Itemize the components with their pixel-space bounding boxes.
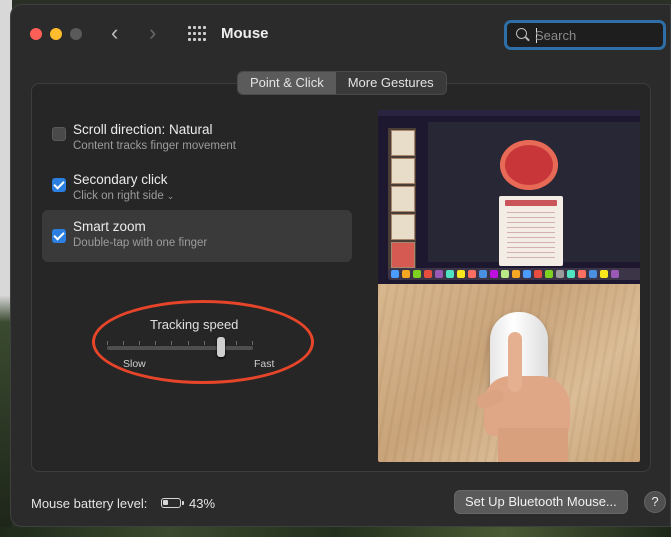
option-label: Secondary click	[73, 172, 168, 187]
option-description: Double-tap with one finger	[73, 237, 208, 249]
zoom-window-button[interactable]	[70, 28, 82, 40]
tab-point-and-click[interactable]: Point & Click	[238, 72, 336, 94]
battery-icon	[161, 498, 184, 508]
close-window-button[interactable]	[30, 28, 42, 40]
option-smart-zoom[interactable]: Smart zoom Double-tap with one finger	[42, 210, 352, 262]
preview-screen	[378, 110, 640, 284]
preview-menu-bar	[378, 110, 640, 116]
chevron-down-icon: ⌄	[166, 191, 175, 201]
mouse-settings-window: ‹ › Mouse Scroll direction: Natural Cont…	[10, 4, 671, 527]
forward-chevron-icon[interactable]: ›	[149, 22, 156, 44]
segmented-tabs: Point & Click More Gestures	[237, 71, 447, 95]
preview-desk-photo	[378, 284, 640, 462]
settings-panel: Scroll direction: Natural Content tracks…	[31, 83, 651, 472]
option-label: Smart zoom	[73, 219, 146, 234]
search-icon	[516, 28, 527, 39]
battery-percent: 43%	[189, 496, 216, 511]
preview-doc-text	[507, 212, 555, 260]
smart-zoom-checkbox[interactable]	[52, 229, 66, 243]
option-scroll-direction[interactable]: Scroll direction: Natural Content tracks…	[42, 114, 352, 166]
preview-doc-title	[505, 200, 557, 206]
desktop-background-bottom	[0, 527, 671, 537]
search-input[interactable]	[535, 25, 655, 45]
annotation-highlight-circle	[92, 300, 314, 384]
preview-popsicle-image	[500, 140, 558, 190]
minimize-window-button[interactable]	[50, 28, 62, 40]
gesture-preview-video	[378, 110, 640, 462]
option-description: Click on right side	[73, 190, 164, 202]
tab-more-gestures[interactable]: More Gestures	[336, 72, 446, 94]
option-secondary-click[interactable]: Secondary click Click on right side ⌄	[42, 164, 352, 216]
window-title: Mouse	[221, 25, 269, 42]
preview-recipe-card	[499, 196, 563, 266]
show-all-grid-icon[interactable]	[188, 26, 206, 42]
option-description: Content tracks finger movement	[73, 140, 236, 152]
title-bar: ‹ › Mouse	[11, 5, 670, 61]
setup-bluetooth-mouse-button[interactable]: Set Up Bluetooth Mouse...	[454, 490, 628, 514]
scroll-direction-checkbox[interactable]	[52, 127, 66, 141]
secondary-click-checkbox[interactable]	[52, 178, 66, 192]
battery-level-label: Mouse battery level:	[31, 496, 148, 511]
hand-image	[474, 332, 572, 462]
back-chevron-icon[interactable]: ‹	[111, 22, 118, 44]
preview-dock	[388, 268, 640, 280]
search-field[interactable]	[504, 20, 666, 50]
secondary-click-mode-dropdown[interactable]: Click on right side ⌄	[73, 190, 174, 202]
option-label: Scroll direction: Natural	[73, 122, 213, 137]
help-button[interactable]: ?	[644, 491, 666, 513]
